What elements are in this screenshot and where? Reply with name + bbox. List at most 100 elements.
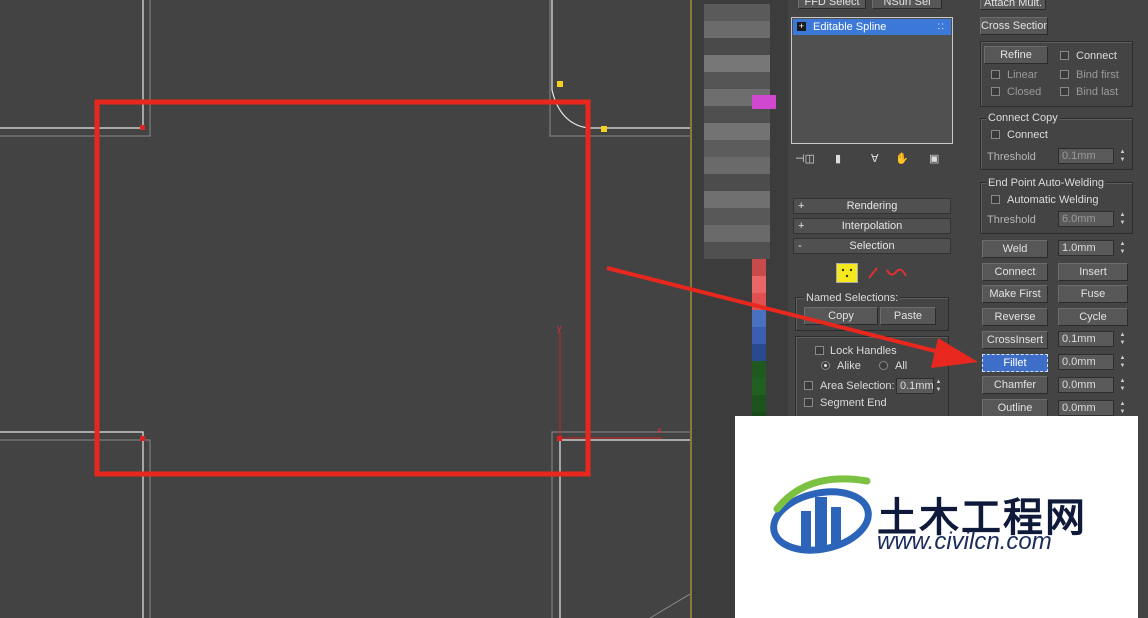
fillet-button[interactable]: Fillet — [982, 354, 1048, 372]
spline-outline — [0, 439, 151, 618]
palette-cell — [704, 123, 770, 140]
threshold2-spinner[interactable]: 6.0mm — [1058, 211, 1114, 227]
spline-segment — [0, 0, 144, 129]
bind-last-checkbox[interactable] — [1060, 87, 1069, 96]
pin-stack-icon[interactable]: ⊣◫ — [795, 152, 815, 165]
connect-button[interactable]: Connect — [982, 263, 1048, 281]
viewport[interactable]: y x — [0, 0, 690, 618]
closed-checkbox[interactable] — [991, 87, 1000, 96]
rollout-label: Selection — [849, 240, 895, 252]
vertex-mode-icon[interactable] — [836, 263, 858, 283]
connect-copy-label: Connect Copy — [986, 112, 1060, 124]
connect-checkbox[interactable] — [1060, 51, 1069, 60]
outline-spinner[interactable]: 0.0mm — [1058, 400, 1114, 416]
rollout-label: Rendering — [846, 200, 898, 212]
crossinsert-spinner[interactable]: 0.1mm — [1058, 331, 1114, 347]
cross-section-button[interactable]: Cross Section — [980, 17, 1048, 35]
stack-item-editable-spline[interactable]: + Editable Spline :: — [793, 19, 951, 35]
palette-cell — [704, 140, 770, 157]
spinner-arrows-icon[interactable]: ▲ ▼ — [1118, 240, 1127, 256]
vertex — [140, 125, 145, 130]
automatic-welding-checkbox[interactable] — [991, 195, 1000, 204]
palette-cell — [752, 361, 766, 378]
palette-cell — [704, 191, 770, 208]
palette-cell — [704, 38, 770, 55]
stack-toolbar: ⊣◫ ▮ ∀ ✋ ▣ — [791, 150, 953, 170]
bind-first-checkbox[interactable] — [1060, 70, 1069, 79]
all-radio[interactable] — [879, 361, 888, 370]
attach-mult-button[interactable]: Attach Mult. — [980, 0, 1046, 10]
threshold2-label: Threshold — [987, 214, 1036, 226]
lock-handles-label: Lock Handles — [830, 345, 897, 357]
spinner-arrows-icon[interactable]: ▲ ▼ — [934, 378, 943, 394]
area-selection-spinner[interactable]: 0.1mm — [896, 378, 934, 394]
palette-cell — [704, 242, 770, 259]
ffd-select-button[interactable]: FFD Select — [798, 0, 866, 9]
rollout-rendering[interactable]: + Rendering — [793, 198, 951, 214]
segment-mode-icon[interactable] — [867, 266, 879, 280]
copy-button[interactable]: Copy — [804, 307, 878, 325]
spinner-arrows-icon[interactable]: ▲ ▼ — [1118, 331, 1127, 347]
segment-end-label: Segment End — [820, 397, 887, 409]
civilcn-logo — [770, 475, 872, 554]
spinner-arrows-icon[interactable]: ▲ ▼ — [1118, 400, 1127, 416]
weld-button[interactable]: Weld — [982, 240, 1048, 258]
fuse-button[interactable]: Fuse — [1058, 285, 1128, 303]
palette-divider — [690, 0, 692, 618]
refine-button[interactable]: Refine — [984, 46, 1048, 64]
connect-label: Connect — [1076, 50, 1117, 62]
spline-mode-icon[interactable] — [886, 266, 908, 280]
modifier-stack-list[interactable]: + Editable Spline :: — [791, 17, 953, 144]
reverse-button[interactable]: Reverse — [982, 308, 1048, 326]
stack-item-label: Editable Spline — [813, 21, 887, 33]
threshold-spinner[interactable]: 0.1mm — [1058, 148, 1114, 164]
rollout-plus-icon: + — [798, 220, 805, 232]
spline-segment — [0, 431, 144, 618]
linear-checkbox[interactable] — [991, 70, 1000, 79]
fillet-spinner[interactable]: 0.0mm — [1058, 354, 1114, 370]
configure-sets-icon[interactable]: ▣ — [929, 152, 939, 165]
gizmo-y-label: y — [557, 323, 562, 333]
end-point-welding-label: End Point Auto-Welding — [986, 177, 1106, 189]
rollout-minus-icon: - — [798, 240, 802, 252]
alike-radio[interactable] — [821, 361, 830, 370]
spinner-arrows-icon[interactable]: ▲ ▼ — [1118, 211, 1127, 227]
weld-spinner[interactable]: 1.0mm — [1058, 240, 1114, 256]
area-selection-checkbox[interactable] — [804, 381, 813, 390]
spinner-arrows-icon[interactable]: ▲ ▼ — [1118, 148, 1127, 164]
segment-end-checkbox[interactable] — [804, 398, 813, 407]
bind-first-label: Bind first — [1076, 69, 1119, 81]
chamfer-button[interactable]: Chamfer — [982, 376, 1048, 394]
remove-modifier-icon[interactable]: ✋ — [895, 152, 909, 165]
nsurf-sel-button[interactable]: NSurf Sel — [872, 0, 942, 9]
spline-segment — [551, 0, 690, 129]
bind-last-label: Bind last — [1076, 86, 1119, 98]
rollout-label: Interpolation — [841, 220, 903, 232]
palette-cell — [704, 55, 770, 72]
show-end-result-icon[interactable]: ▮ — [835, 152, 841, 165]
palette-cell — [704, 21, 770, 38]
rollout-selection[interactable]: - Selection — [793, 238, 951, 254]
outline-button[interactable]: Outline — [982, 399, 1048, 417]
palette-cell — [704, 174, 770, 191]
crossinsert-button[interactable]: CrossInsert — [982, 331, 1048, 349]
make-first-button[interactable]: Make First — [982, 285, 1048, 303]
cycle-button[interactable]: Cycle — [1058, 308, 1128, 326]
threshold-label: Threshold — [987, 151, 1036, 163]
spinner-arrows-icon[interactable]: ▲ ▼ — [1118, 354, 1127, 370]
palette-cell — [704, 4, 770, 21]
palette-cell — [752, 344, 766, 361]
vertex-selected — [601, 126, 607, 132]
spinner-arrows-icon[interactable]: ▲ ▼ — [1118, 377, 1127, 393]
paste-button[interactable]: Paste — [880, 307, 936, 325]
chamfer-spinner[interactable]: 0.0mm — [1058, 377, 1114, 393]
palette-cell — [752, 310, 766, 327]
make-unique-icon[interactable]: ∀ — [871, 152, 879, 165]
gizmo-x-label: x — [657, 425, 662, 435]
lock-handles-checkbox[interactable] — [815, 346, 824, 355]
palette-cell — [704, 157, 770, 174]
expand-icon[interactable]: + — [797, 22, 806, 31]
rollout-interpolation[interactable]: + Interpolation — [793, 218, 951, 234]
connect-copy-checkbox[interactable] — [991, 130, 1000, 139]
insert-button[interactable]: Insert — [1058, 263, 1128, 281]
